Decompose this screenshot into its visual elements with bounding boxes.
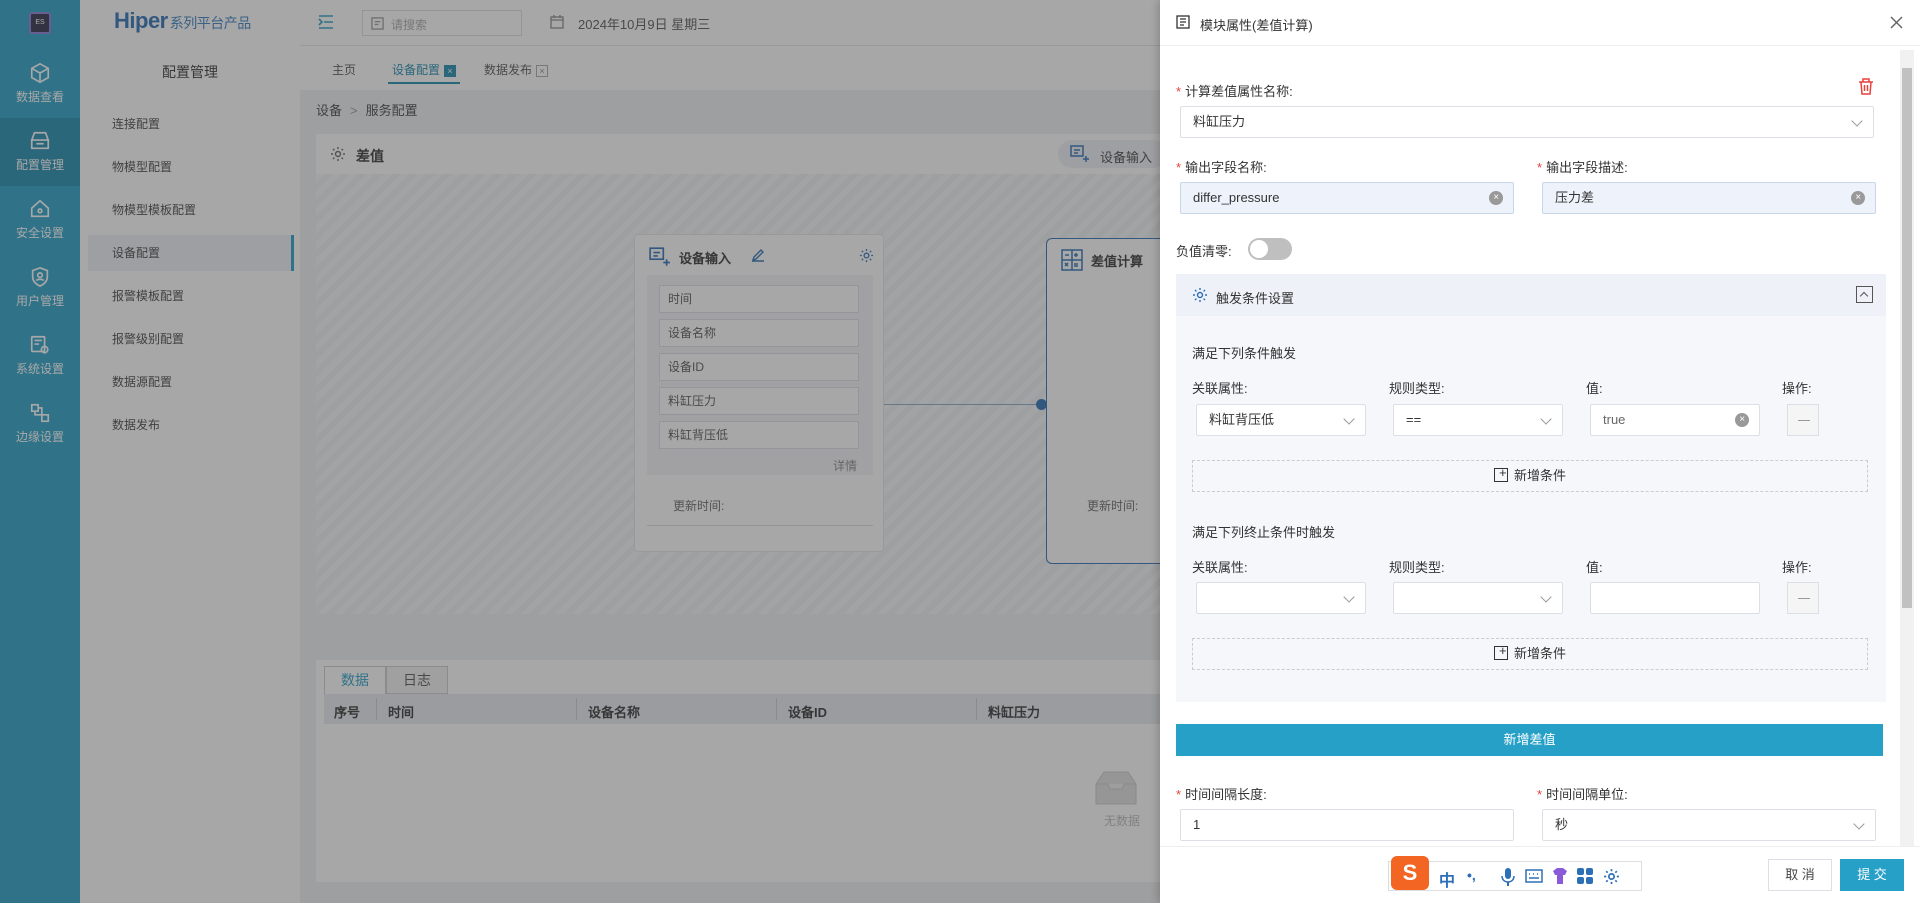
condition-heading: 满足下列终止条件时触发 — [1192, 525, 1336, 540]
keyboard-icon[interactable] — [1525, 869, 1543, 883]
clear-icon[interactable]: × — [1735, 413, 1749, 427]
settings-icon[interactable] — [1603, 868, 1620, 885]
modal-overlay[interactable] — [0, 0, 1160, 903]
output-desc-input[interactable]: 压力差 × — [1542, 182, 1876, 214]
col-op-label: 操作: — [1782, 560, 1812, 575]
chevron-down-icon — [1853, 818, 1865, 830]
ime-punct-toggle[interactable]: •, — [1467, 867, 1476, 883]
chevron-down-icon — [1343, 413, 1355, 425]
stop-condition-rule-select[interactable] — [1393, 582, 1563, 614]
negative-zero-label: 负值清零: — [1176, 244, 1232, 259]
chevron-down-icon — [1540, 591, 1552, 603]
add-diff-button[interactable]: 新增差值 — [1176, 724, 1883, 756]
remove-condition-button[interactable] — [1787, 404, 1819, 436]
attr-name-label: * 计算差值属性名称: — [1176, 84, 1293, 99]
skin-icon[interactable] — [1551, 867, 1569, 885]
stop-condition-value-input[interactable] — [1590, 582, 1760, 614]
interval-length-label: * 时间间隔长度: — [1176, 787, 1267, 802]
col-attr-label: 关联属性: — [1192, 560, 1248, 575]
clear-icon[interactable]: × — [1851, 191, 1865, 205]
ime-logo-icon: S — [1391, 856, 1429, 890]
trash-icon[interactable] — [1858, 78, 1874, 95]
property-drawer: 模块属性(差值计算) * 计算差值属性名称: 料缸压力 * 输出字段名称: diff… — [1160, 0, 1920, 903]
negative-zero-toggle[interactable] — [1248, 238, 1292, 260]
add-stop-condition-button[interactable]: 新增条件 — [1192, 638, 1868, 670]
cancel-button[interactable]: 取 消 — [1768, 859, 1832, 891]
microphone-icon[interactable] — [1501, 868, 1515, 886]
output-desc-label: * 输出字段描述: — [1537, 160, 1628, 175]
drawer-title: 模块属性(差值计算) — [1200, 18, 1313, 33]
output-field-input[interactable]: differ_pressure × — [1180, 182, 1514, 214]
output-field-label: * 输出字段名称: — [1176, 160, 1267, 175]
scrollbar-thumb[interactable] — [1902, 68, 1912, 608]
col-value-label: 值: — [1586, 560, 1603, 575]
close-icon[interactable] — [1890, 16, 1903, 29]
condition-value-input[interactable]: true × — [1590, 404, 1760, 436]
submit-button[interactable]: 提 交 — [1840, 859, 1904, 891]
col-op-label: 操作: — [1782, 381, 1812, 396]
ime-toolbar[interactable]: S 中 •, — [1388, 856, 1642, 891]
trigger-section-header[interactable]: 触发条件设置 — [1176, 274, 1886, 316]
collapse-icon[interactable] — [1856, 286, 1873, 303]
chevron-down-icon — [1540, 413, 1552, 425]
document-icon — [1176, 15, 1190, 29]
add-icon — [1493, 466, 1508, 482]
col-rule-label: 规则类型: — [1389, 560, 1445, 575]
gear-icon — [1193, 288, 1207, 302]
condition-heading: 满足下列条件触发 — [1192, 346, 1297, 361]
attr-name-select[interactable]: 料缸压力 — [1180, 106, 1874, 138]
remove-condition-button[interactable] — [1787, 582, 1819, 614]
chevron-down-icon — [1343, 591, 1355, 603]
stop-condition-attr-select[interactable] — [1196, 582, 1366, 614]
chevron-down-icon — [1851, 115, 1863, 127]
apps-icon[interactable] — [1577, 868, 1593, 884]
scrollbar[interactable] — [1900, 50, 1914, 846]
drawer-footer: S 中 •, 取 消 提 交 — [1160, 846, 1920, 903]
interval-unit-label: * 时间间隔单位: — [1537, 787, 1628, 802]
clear-icon[interactable]: × — [1489, 191, 1503, 205]
add-condition-button[interactable]: 新增条件 — [1192, 460, 1868, 492]
col-attr-label: 关联属性: — [1192, 381, 1248, 396]
condition-rule-select[interactable]: == — [1393, 404, 1563, 436]
col-rule-label: 规则类型: — [1389, 381, 1445, 396]
trigger-section: 触发条件设置 满足下列条件触发 关联属性: 规则类型: 值: 操作: 料缸背压低… — [1176, 274, 1886, 702]
interval-unit-select[interactable]: 秒 — [1542, 809, 1876, 841]
interval-length-input[interactable]: 1 — [1180, 809, 1514, 841]
ime-lang-toggle[interactable]: 中 — [1439, 867, 1455, 891]
add-icon — [1493, 644, 1508, 660]
col-value-label: 值: — [1586, 381, 1603, 396]
condition-attr-select[interactable]: 料缸背压低 — [1196, 404, 1366, 436]
drawer-header: 模块属性(差值计算) — [1160, 0, 1920, 46]
